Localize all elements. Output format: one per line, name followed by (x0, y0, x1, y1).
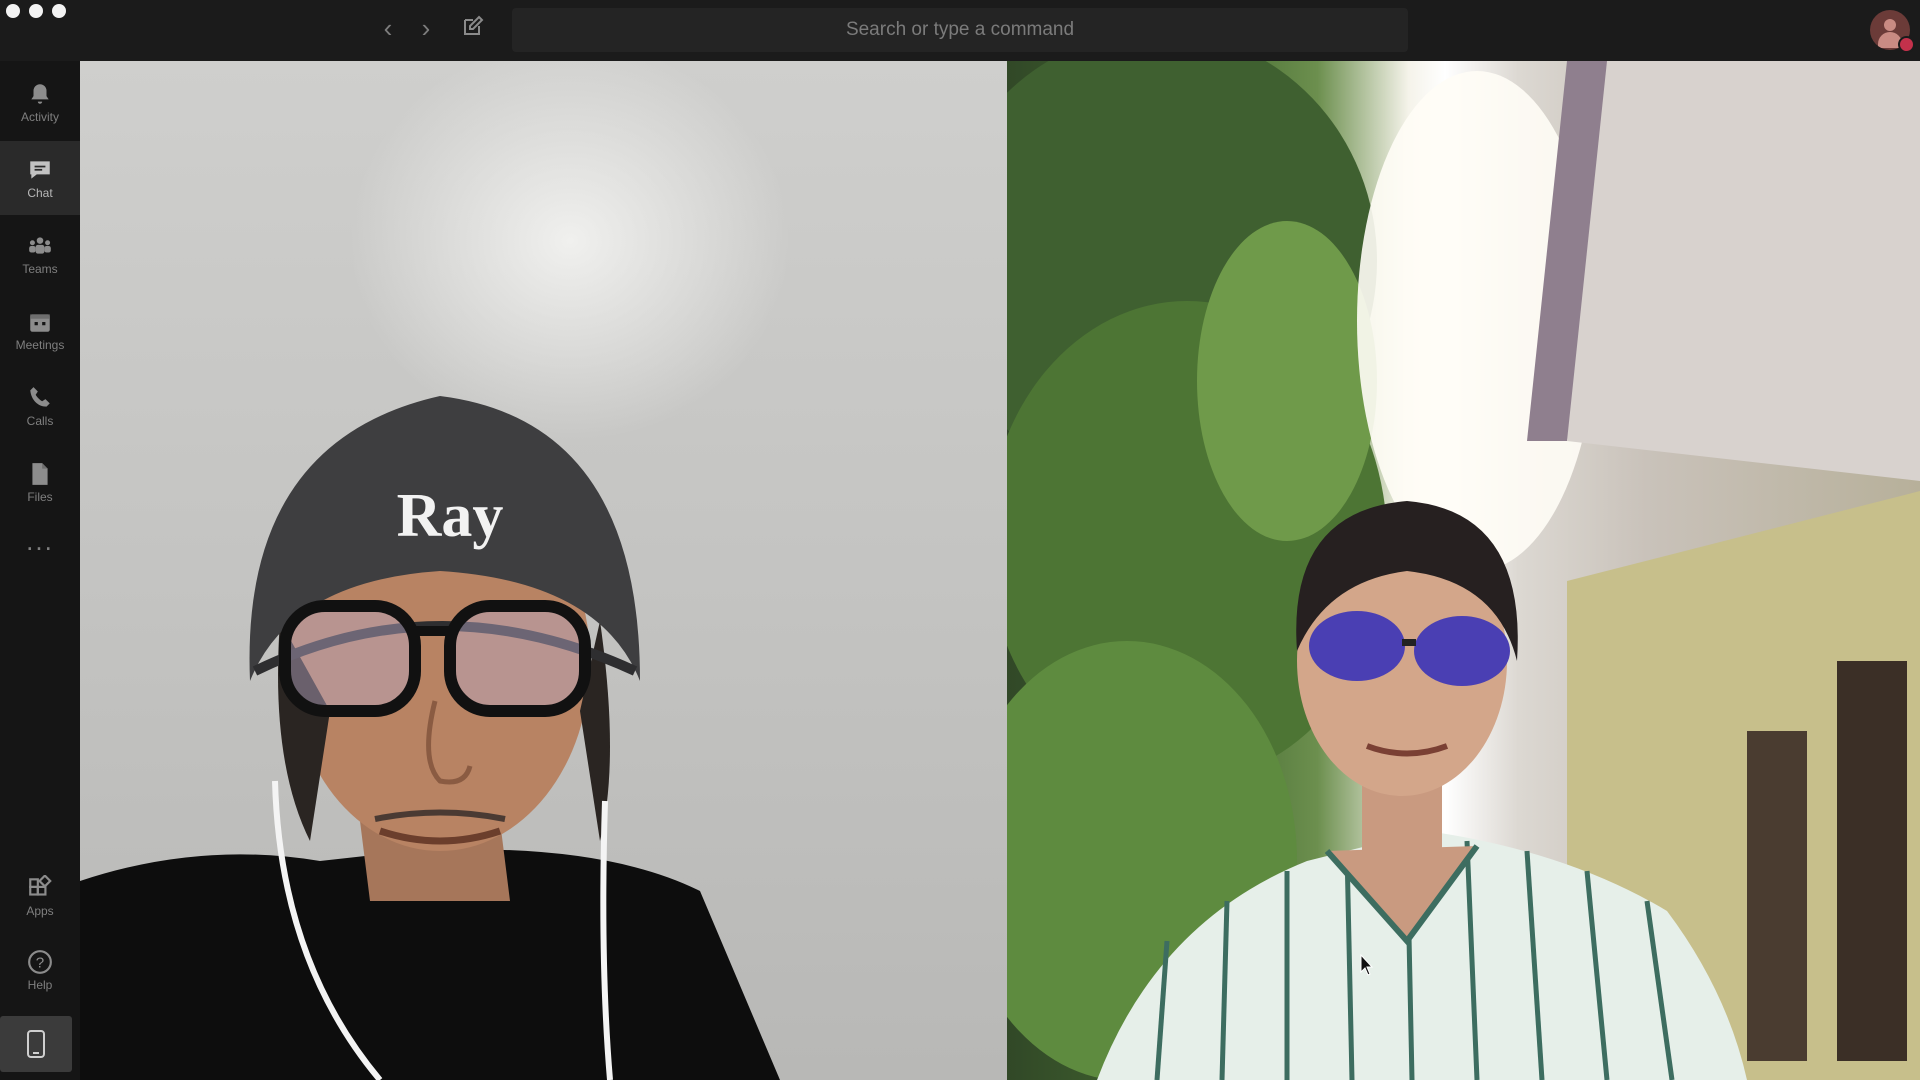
rail-item-calls[interactable]: Calls (0, 369, 80, 443)
help-icon: ? (28, 949, 52, 974)
back-arrow-icon[interactable]: ‹ (374, 14, 402, 42)
chat-icon (30, 160, 50, 179)
rail-item-label: Help (27, 977, 53, 992)
window-dot-minimize[interactable] (29, 4, 43, 18)
apps-icon (29, 874, 52, 896)
video-tile-right (1007, 61, 1920, 1080)
teams-icon (29, 236, 51, 254)
download-mobile-app-button[interactable] (0, 1016, 72, 1072)
rail-item-label: Calls (26, 413, 54, 428)
rail-item-label: Teams (22, 261, 58, 276)
app-rail: Activity Chat Teams Meetings Calls Files… (0, 61, 80, 1080)
calendar-icon (30, 313, 50, 332)
rail-item-apps[interactable]: Apps (0, 859, 80, 933)
rail-item-label: Apps (26, 903, 54, 918)
rail-item-teams[interactable]: Teams (0, 217, 80, 291)
window-controls[interactable] (6, 4, 66, 18)
bell-icon (31, 83, 49, 104)
rail-item-activity[interactable]: Activity (0, 65, 80, 139)
window-dot-close[interactable] (6, 4, 20, 18)
compose-icon[interactable] (459, 14, 487, 42)
rail-item-files[interactable]: Files (0, 445, 80, 519)
mobile-phone-icon (27, 1030, 45, 1058)
participant-video-left: Ray (80, 396, 780, 1080)
rail-item-label: Chat (27, 185, 53, 200)
participant-video-right (1007, 61, 1920, 1080)
svg-text:?: ? (36, 954, 44, 971)
window-dot-maximize[interactable] (52, 4, 66, 18)
search-input[interactable]: Search or type a command (512, 8, 1408, 52)
presence-status-badge (1898, 36, 1915, 53)
mouse-cursor-icon (1360, 954, 1374, 976)
rail-item-label: Activity (20, 109, 59, 124)
file-icon (32, 462, 48, 485)
rail-item-help[interactable]: ? Help (0, 933, 80, 1007)
rail-item-chat[interactable]: Chat (0, 141, 80, 215)
more-apps-button[interactable]: ... (0, 517, 80, 565)
more-icon: ... (26, 526, 54, 556)
hat-text: Ray (397, 482, 504, 550)
title-bar: ‹ › Search or type a command (0, 0, 1920, 61)
rail-item-meetings[interactable]: Meetings (0, 293, 80, 367)
video-tile-left: Ray (80, 61, 1007, 1080)
rail-item-label: Files (27, 489, 53, 504)
phone-icon (30, 386, 50, 407)
rail-item-label: Meetings (15, 337, 65, 352)
forward-arrow-icon[interactable]: › (412, 14, 440, 42)
